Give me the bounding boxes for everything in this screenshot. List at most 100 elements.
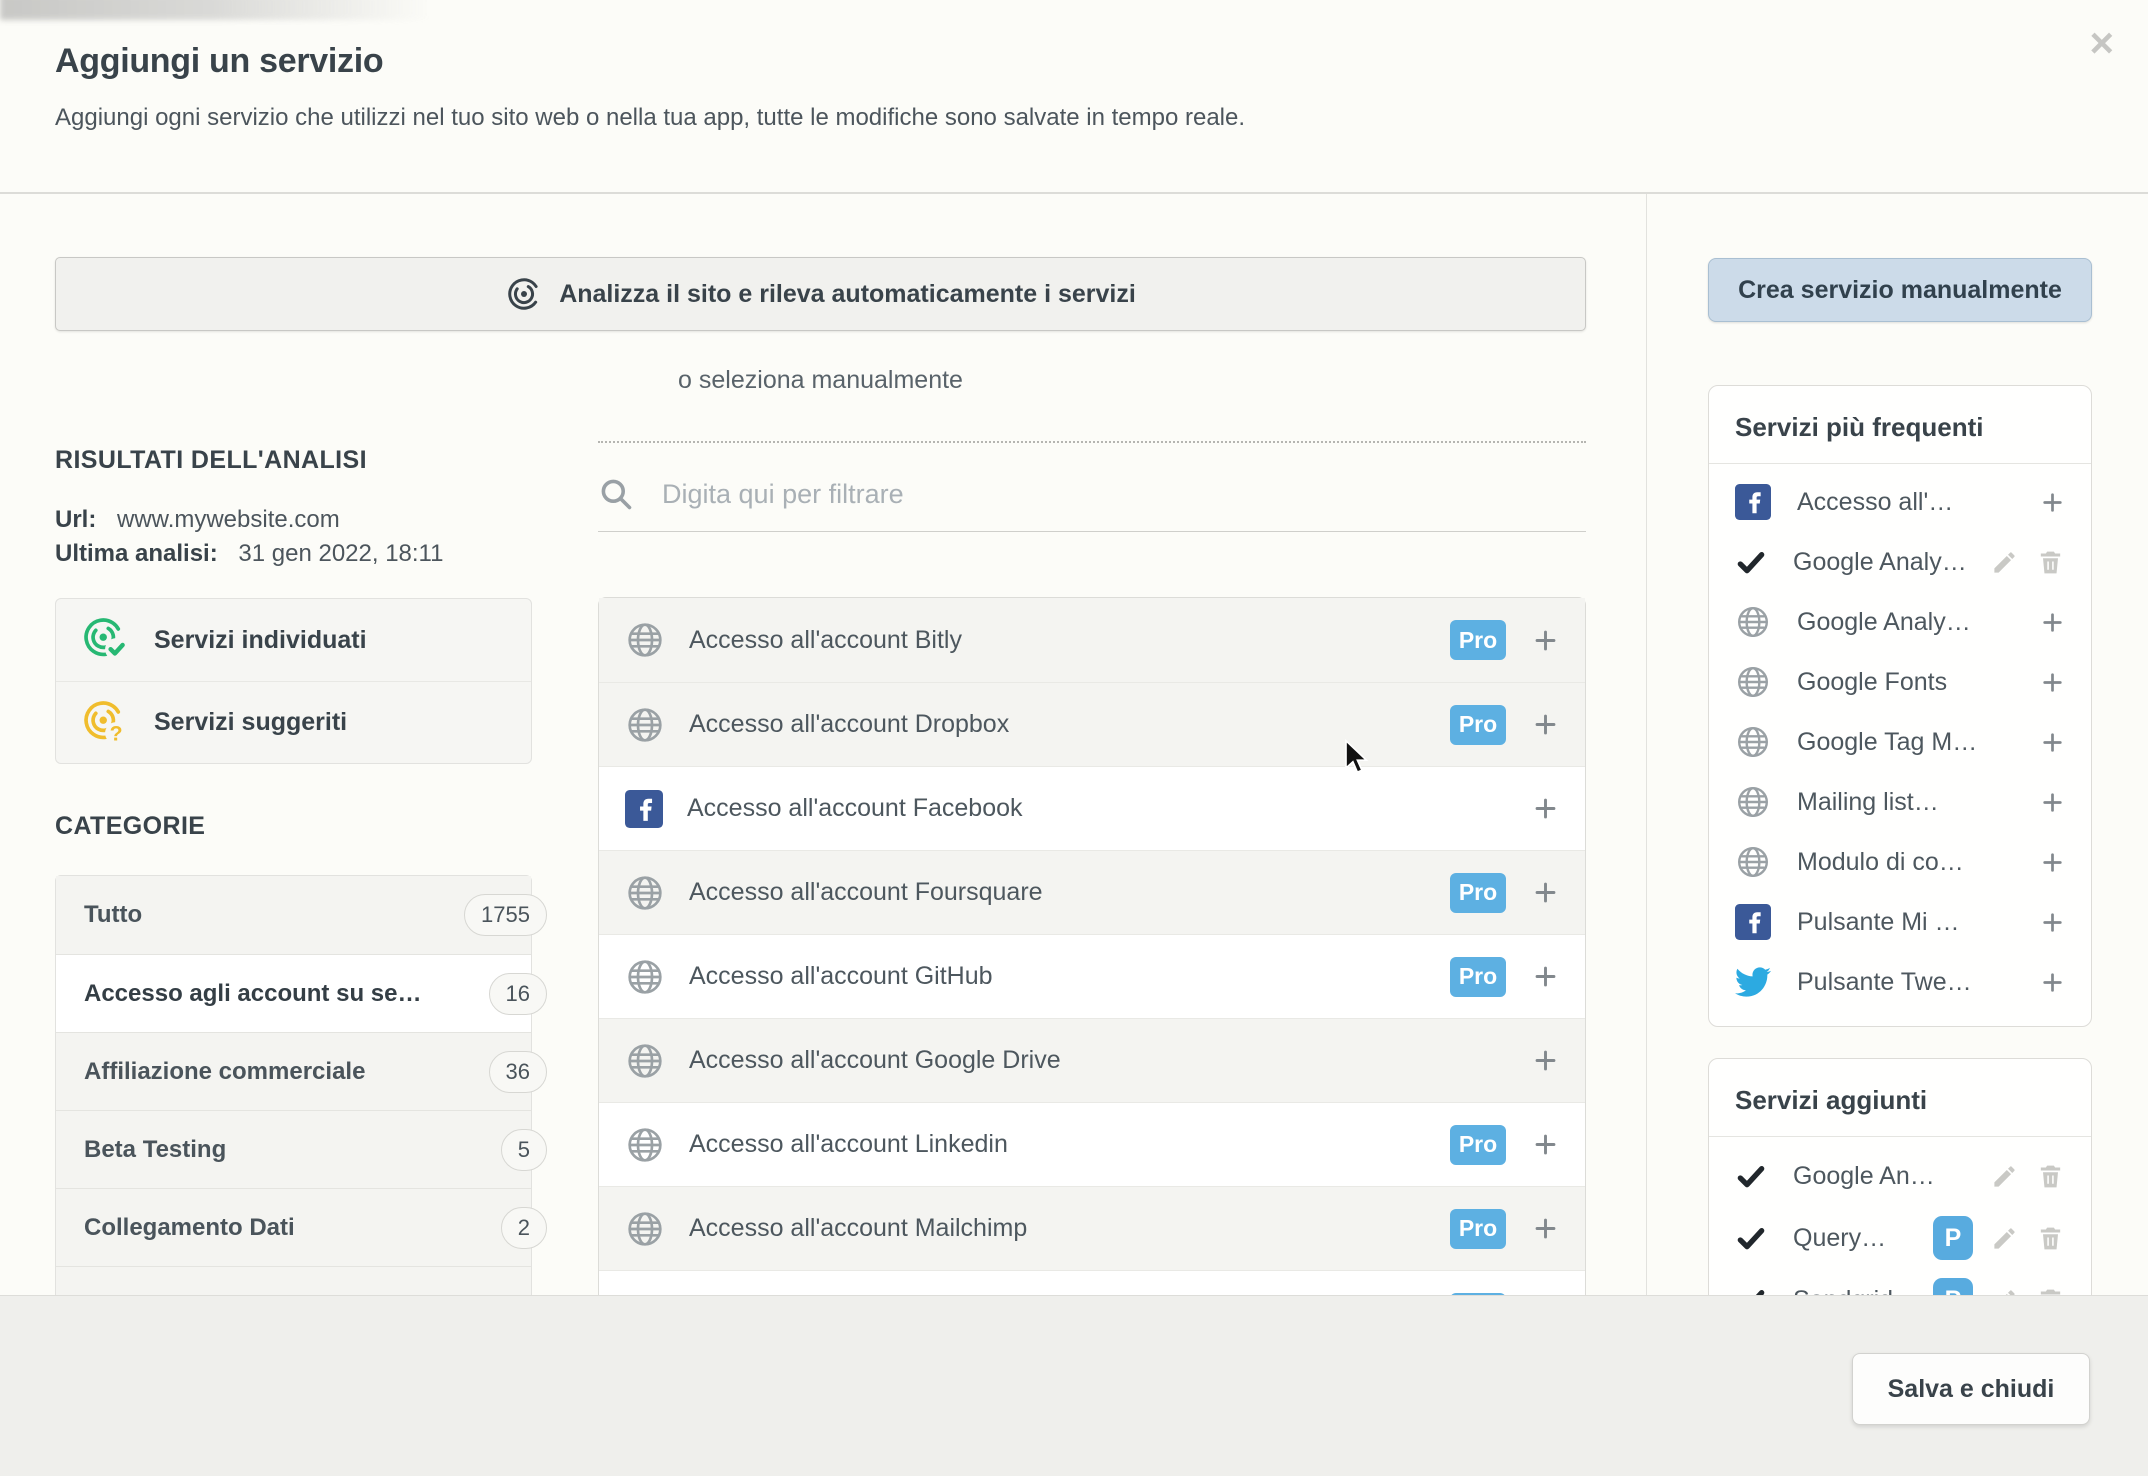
service-label: Accesso all'account Mailchimp <box>689 1214 1027 1243</box>
edit-pencil-icon[interactable] <box>1991 549 2018 576</box>
frequent-row-google-analytics[interactable]: Google Analy… <box>1709 592 2091 652</box>
frequent-service-label: Pulsante Mi … <box>1797 908 1960 937</box>
frequent-service-label: Pulsante Twe… <box>1797 968 1972 997</box>
add-service-icon[interactable] <box>2040 910 2065 935</box>
url-value: www.mywebsite.com <box>117 506 340 533</box>
header-divider <box>0 192 2148 194</box>
frequent-row-pulsante-mi-piace[interactable]: Pulsante Mi … <box>1709 892 2091 952</box>
frequent-service-label: Accesso all'… <box>1797 488 1953 517</box>
globe-icon <box>625 957 665 997</box>
pro-badge: Pro <box>1450 705 1506 745</box>
frequent-row-facebook-login[interactable]: Accesso all'… <box>1709 472 2091 532</box>
last-analysis-value: 31 gen 2022, 18:11 <box>238 540 443 567</box>
category-count-badge: 36 <box>489 1051 547 1093</box>
add-service-icon[interactable] <box>1532 963 1559 990</box>
check-icon <box>1735 1160 1767 1192</box>
service-label: Accesso all'account Foursquare <box>689 878 1043 907</box>
category-item-accesso-account[interactable]: Accesso agli account su se… 16 <box>56 954 531 1032</box>
added-service-label: Query… <box>1793 1224 1886 1253</box>
globe-icon <box>1735 724 1771 760</box>
service-row-foursquare[interactable]: Accesso all'account Foursquare Pro <box>599 850 1585 934</box>
category-item-collegamento-dati[interactable]: Collegamento Dati 2 <box>56 1188 531 1266</box>
add-service-icon[interactable] <box>2040 730 2065 755</box>
delete-trash-icon[interactable] <box>2036 1224 2065 1253</box>
frequent-services-card: Servizi più frequenti Accesso all'… Goog… <box>1708 385 2092 1027</box>
frequent-service-label: Google Analy… <box>1797 608 1971 637</box>
category-item-affiliazione[interactable]: Affiliazione commerciale 36 <box>56 1032 531 1110</box>
service-row-linkedin[interactable]: Accesso all'account Linkedin Pro <box>599 1102 1585 1186</box>
p-badge: P <box>1933 1216 1973 1260</box>
analysis-results-box: Servizi individuati Servizi suggeriti <box>55 598 532 764</box>
service-label: Accesso all'account GitHub <box>689 962 993 991</box>
add-service-icon[interactable] <box>2040 790 2065 815</box>
service-row-github[interactable]: Accesso all'account GitHub Pro <box>599 934 1585 1018</box>
add-service-icon[interactable] <box>1532 1047 1559 1074</box>
frequent-service-label: Google Tag M… <box>1797 728 1977 757</box>
check-icon <box>1735 1222 1767 1254</box>
categories-list: Tutto 1755 Accesso agli account su se… 1… <box>55 875 532 1345</box>
frequent-row-google-analytics-added[interactable]: Google Analy… <box>1709 532 2091 592</box>
frequent-service-label: Modulo di co… <box>1797 848 1964 877</box>
service-label: Accesso all'account Bitly <box>689 626 962 655</box>
globe-icon <box>625 620 665 660</box>
page-title: Aggiungi un servizio <box>55 42 383 81</box>
add-service-icon[interactable] <box>2040 610 2065 635</box>
pro-badge: Pro <box>1450 873 1506 913</box>
add-service-icon[interactable] <box>2040 490 2065 515</box>
globe-icon <box>1735 664 1771 700</box>
category-label: Beta Testing <box>84 1136 226 1164</box>
service-row-bitly[interactable]: Accesso all'account Bitly Pro <box>599 598 1585 682</box>
add-service-icon[interactable] <box>1532 1131 1559 1158</box>
pro-badge: Pro <box>1450 1209 1506 1249</box>
delete-trash-icon[interactable] <box>2036 1162 2065 1191</box>
edit-pencil-icon[interactable] <box>1991 1163 2018 1190</box>
pro-badge: Pro <box>1450 957 1506 997</box>
category-label: Accesso agli account su se… <box>84 980 421 1008</box>
edit-pencil-icon[interactable] <box>1991 1225 2018 1252</box>
analyze-site-button[interactable]: Analizza il sito e rileva automaticament… <box>55 257 1586 331</box>
services-found-row[interactable]: Servizi individuati <box>56 599 531 681</box>
create-service-manually-button[interactable]: Crea servizio manualmente <box>1708 258 2092 322</box>
facebook-icon <box>1735 484 1771 520</box>
services-suggested-row[interactable]: Servizi suggeriti <box>56 681 531 763</box>
add-service-icon[interactable] <box>1532 795 1559 822</box>
delete-trash-icon[interactable] <box>2036 548 2065 577</box>
vertical-divider <box>1646 194 1647 1295</box>
add-service-icon[interactable] <box>1532 711 1559 738</box>
pro-badge: Pro <box>1450 1125 1506 1165</box>
window-top-shadow <box>0 0 480 20</box>
globe-icon <box>625 1041 665 1081</box>
frequent-row-mailing-list[interactable]: Mailing list… <box>1709 772 2091 832</box>
frequent-service-label: Google Fonts <box>1797 668 1947 697</box>
add-service-icon[interactable] <box>1532 1215 1559 1242</box>
add-service-icon[interactable] <box>1532 627 1559 654</box>
category-item-beta-testing[interactable]: Beta Testing 5 <box>56 1110 531 1188</box>
twitter-icon <box>1735 964 1771 1000</box>
services-suggested-label: Servizi suggeriti <box>154 708 347 737</box>
add-service-icon[interactable] <box>1532 879 1559 906</box>
check-icon <box>1735 546 1767 578</box>
service-row-dropbox[interactable]: Accesso all'account Dropbox Pro <box>599 682 1585 766</box>
frequent-row-google-fonts[interactable]: Google Fonts <box>1709 652 2091 712</box>
save-and-close-button[interactable]: Salva e chiudi <box>1852 1353 2090 1425</box>
category-item-tutto[interactable]: Tutto 1755 <box>56 876 531 954</box>
facebook-icon <box>1735 904 1771 940</box>
added-row-google-analytics[interactable]: Google An… <box>1709 1145 2091 1207</box>
add-service-icon[interactable] <box>2040 850 2065 875</box>
page-subtitle: Aggiungi ogni servizio che utilizzi nel … <box>55 104 1245 132</box>
service-row-google-drive[interactable]: Accesso all'account Google Drive <box>599 1018 1585 1102</box>
search-input[interactable] <box>662 479 1586 510</box>
close-icon[interactable]: × <box>2089 22 2114 64</box>
globe-icon <box>1735 604 1771 640</box>
service-label: Accesso all'account Dropbox <box>689 710 1009 739</box>
add-service-icon[interactable] <box>2040 670 2065 695</box>
service-row-mailchimp[interactable]: Accesso all'account Mailchimp Pro <box>599 1186 1585 1270</box>
search-bar <box>598 458 1586 530</box>
frequent-row-modulo-di-contatto[interactable]: Modulo di co… <box>1709 832 2091 892</box>
add-service-icon[interactable] <box>2040 970 2065 995</box>
frequent-row-google-tag-manager[interactable]: Google Tag M… <box>1709 712 2091 772</box>
added-row-query[interactable]: Query… P <box>1709 1207 2091 1269</box>
frequent-row-pulsante-tweet[interactable]: Pulsante Twe… <box>1709 952 2091 1012</box>
service-row-facebook[interactable]: Accesso all'account Facebook <box>599 766 1585 850</box>
analyze-button-label: Analizza il sito e rileva automaticament… <box>559 280 1136 309</box>
